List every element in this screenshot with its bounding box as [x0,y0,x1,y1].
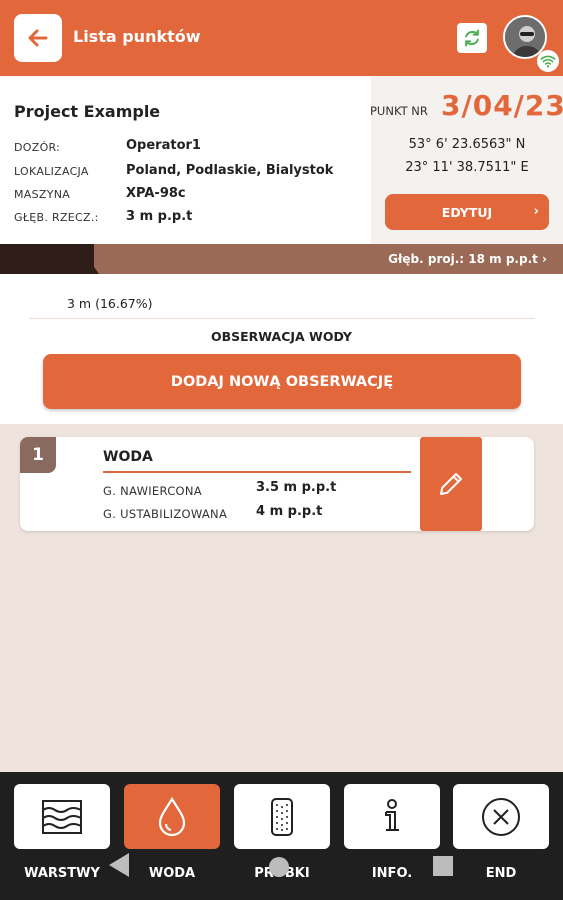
nav-layers-button[interactable] [14,784,110,849]
project-name: Project Example [14,102,161,121]
longitude: 23° 11' 38.7511" E [405,160,529,175]
sync-button[interactable] [457,23,487,53]
current-depth: 3 m (16.67%) [67,296,153,311]
wifi-icon [540,55,556,68]
nav-samples-button[interactable] [234,784,330,849]
pencil-icon [440,473,462,495]
page-title: Lista punktów [73,27,201,46]
depth-progress-bar: Głęb. proj.: 18 m p.p.t › [0,244,563,274]
nav-info-button[interactable] [344,784,440,849]
nav-water-label: WODA [148,866,196,881]
system-back-button[interactable] [109,853,129,877]
stabilized-depth-value: 4 m p.p.t [256,504,323,519]
edit-point-button[interactable]: EDYTUJ › [385,194,549,230]
system-recents-button[interactable] [433,856,453,876]
observation-title-underline [103,471,411,473]
layers-icon [42,799,82,834]
back-button[interactable] [14,14,62,62]
latitude: 53° 6' 23.6563" N [408,137,526,152]
close-circle-icon [482,797,520,836]
info-icon [385,798,399,831]
machine-value: XPA-98c [126,186,186,201]
supervisor-value: Operator1 [126,138,201,153]
observation-heading: OBSERWACJA WODY [210,329,352,344]
location-label: LOKALIZACJA [14,165,89,178]
chevron-right-icon: › [533,204,539,219]
nav-layers-label: WARSTWY [24,866,100,881]
depth-progress-fill [0,244,94,274]
arrow-left-icon [28,29,48,47]
add-observation-button[interactable]: DODAJ NOWĄ OBSERWACJĘ [43,354,521,409]
divider [29,318,535,319]
supervisor-label: DOZÓR: [14,141,61,154]
location-value: Poland, Podlaskie, Bialystok [126,163,334,178]
water-drop-icon [158,796,186,836]
observation-title: WODA [103,449,153,465]
observation-index-badge: 1 [20,437,56,473]
edit-point-label: EDYTUJ [441,204,493,220]
actual-depth-label: GŁĘB. RZECZ.: [14,211,99,224]
wifi-status [537,50,559,72]
system-home-button[interactable] [269,857,289,877]
nav-end-label: END [485,866,517,881]
nav-water-button[interactable] [124,784,220,849]
depth-marker [89,267,99,274]
point-number-label: PUNKT NR [370,104,428,118]
edit-observation-button[interactable] [420,437,482,531]
nav-end-button[interactable] [453,784,549,849]
machine-label: MASZYNA [14,188,71,201]
point-number: 3/04/23 [441,89,563,122]
actual-depth-value: 3 m p.p.t [126,209,193,224]
nav-info-label: INFO. [371,866,413,881]
drilled-depth-value: 3.5 m p.p.t [256,480,337,495]
drilled-depth-label: G. NAWIERCONA [103,484,202,498]
sample-jar-icon [271,797,293,836]
stabilized-depth-label: G. USTABILIZOWANA [103,507,228,521]
projected-depth[interactable]: Głęb. proj.: 18 m p.p.t › [388,252,547,266]
sync-icon [465,29,479,47]
